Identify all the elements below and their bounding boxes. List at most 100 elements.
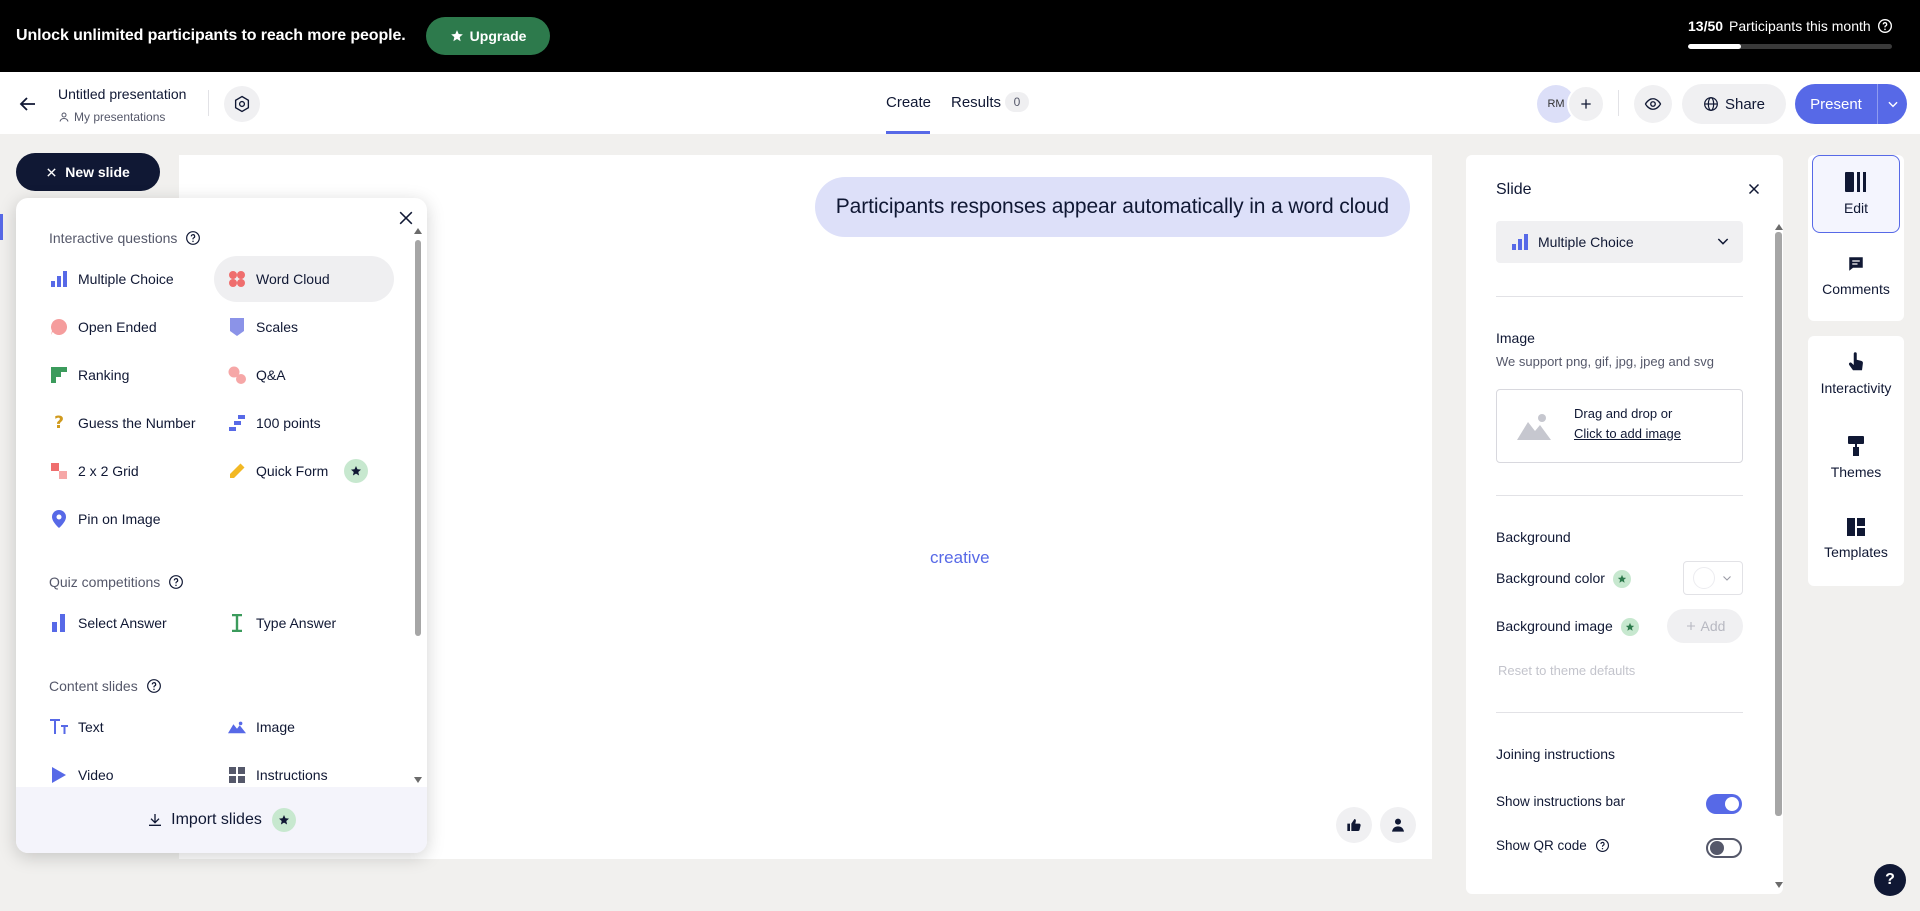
preview-button[interactable]: [1634, 85, 1672, 123]
tab-results[interactable]: Results: [951, 94, 1001, 111]
menu-item-text[interactable]: Text: [36, 704, 218, 750]
help-button[interactable]: ?: [1874, 864, 1906, 896]
chevron-down-icon: [1887, 101, 1898, 108]
tab-create[interactable]: Create: [886, 94, 931, 111]
participants-progress-fill: [1688, 44, 1742, 49]
slide-heading[interactable]: Participants responses appear automatica…: [814, 177, 1410, 237]
menu-item-guess-the-number[interactable]: ? Guess the Number: [36, 400, 218, 446]
rail-templates-button[interactable]: Templates: [1812, 518, 1900, 560]
panel-title: Slide: [1496, 181, 1532, 198]
present-options-button[interactable]: [1878, 97, 1907, 111]
menu-item-label: 2 x 2 Grid: [78, 463, 139, 479]
menu-scrollbar[interactable]: [413, 228, 423, 788]
menu-item-2x2-grid[interactable]: 2 x 2 Grid: [36, 448, 218, 494]
divider: [208, 90, 209, 116]
arrow-left-icon: [19, 97, 35, 111]
participants-meter: 13/50 Participants this month: [1688, 18, 1894, 49]
joining-section-title: Joining instructions: [1496, 746, 1616, 762]
download-icon: [149, 814, 162, 826]
menu-item-label: Guess the Number: [78, 415, 196, 431]
upgrade-button[interactable]: Upgrade: [425, 17, 551, 55]
panel-scrollbar[interactable]: [1775, 222, 1783, 890]
help-circle-icon[interactable]: [185, 230, 201, 246]
rail-edit-button[interactable]: Edit: [1812, 155, 1900, 233]
close-icon: [1748, 183, 1760, 195]
pin-icon: [50, 510, 68, 528]
menu-item-word-cloud[interactable]: Word Cloud: [214, 256, 394, 302]
presentation-settings-button[interactable]: [224, 86, 260, 122]
reactions-button[interactable]: [1336, 807, 1372, 843]
pointer-hand-icon: [1848, 352, 1863, 371]
help-circle-icon[interactable]: [1595, 838, 1610, 853]
background-color-row: Background color: [1496, 570, 1631, 589]
background-color-picker[interactable]: [1683, 561, 1743, 595]
bar-chart-icon: [1512, 234, 1528, 250]
menu-item-image[interactable]: Image: [214, 704, 394, 750]
present-button-group: Present: [1795, 84, 1907, 124]
bar-chart-icon: [50, 270, 68, 288]
new-slide-button[interactable]: New slide: [16, 153, 160, 191]
scroll-up-icon[interactable]: [414, 228, 422, 234]
help-circle-icon[interactable]: [146, 678, 162, 694]
plus-icon: [1581, 99, 1591, 109]
menu-item-type-answer[interactable]: Type Answer: [214, 600, 394, 646]
premium-star-icon: [1612, 570, 1631, 589]
scroll-down-icon[interactable]: [414, 777, 422, 783]
instructions-bar-toggle[interactable]: [1706, 794, 1742, 814]
qr-code-label: Show QR code: [1496, 838, 1587, 853]
qa-icon: [228, 366, 246, 384]
close-icon: [47, 167, 56, 177]
close-menu-button[interactable]: [396, 208, 416, 228]
menu-item-quick-form[interactable]: Quick Form: [214, 448, 394, 494]
user-icon: [59, 112, 69, 122]
image-dropzone[interactable]: Drag and drop or Click to add image: [1496, 389, 1743, 463]
menu-item-label: Quick Form: [256, 463, 329, 479]
add-collaborator-button[interactable]: [1567, 85, 1605, 123]
back-button[interactable]: [16, 92, 40, 116]
menu-item-open-ended[interactable]: Open Ended: [36, 304, 218, 350]
panel-scroll-thumb[interactable]: [1775, 232, 1782, 816]
rail-interactivity-button[interactable]: Interactivity: [1812, 352, 1900, 396]
present-button[interactable]: Present: [1795, 96, 1877, 113]
menu-item-100-points[interactable]: 100 points: [214, 400, 394, 446]
rail-comments-button[interactable]: Comments: [1812, 255, 1900, 297]
scroll-down-icon[interactable]: [1775, 882, 1783, 888]
upgrade-banner: Unlock unlimited participants to reach m…: [0, 0, 1920, 72]
menu-item-label: Word Cloud: [256, 271, 330, 287]
menu-item-multiple-choice[interactable]: Multiple Choice: [36, 256, 218, 302]
help-circle-icon[interactable]: [1877, 18, 1893, 34]
menu-item-scales[interactable]: Scales: [214, 304, 394, 350]
add-background-image-button[interactable]: Add: [1667, 609, 1743, 643]
instructions-bar-label: Show instructions bar: [1496, 794, 1626, 809]
add-image-link[interactable]: Click to add image: [1574, 426, 1681, 441]
rail-templates-label: Templates: [1824, 544, 1888, 560]
menu-item-ranking[interactable]: Ranking: [36, 352, 218, 398]
menu-item-select-answer[interactable]: Select Answer: [36, 600, 218, 646]
rail-themes-button[interactable]: Themes: [1812, 436, 1900, 480]
share-button[interactable]: Share: [1682, 84, 1786, 124]
import-slides-button[interactable]: Import slides: [16, 787, 427, 853]
close-panel-button[interactable]: [1745, 179, 1765, 199]
chevron-down-icon: [1717, 238, 1729, 245]
folder-link[interactable]: My presentations: [58, 110, 165, 124]
help-circle-icon[interactable]: [168, 574, 184, 590]
rail-edit-label: Edit: [1843, 200, 1869, 216]
menu-item-label: Pin on Image: [78, 511, 161, 527]
menu-item-qa[interactable]: Q&A: [214, 352, 394, 398]
menu-item-pin-on-image[interactable]: Pin on Image: [36, 496, 218, 542]
slide-type-select[interactable]: Multiple Choice: [1496, 221, 1743, 263]
menu-item-label: Video: [78, 767, 114, 783]
presentation-title[interactable]: Untitled presentation: [58, 86, 186, 102]
scroll-up-icon[interactable]: [1775, 224, 1783, 230]
reset-theme-link[interactable]: Reset to theme defaults: [1498, 663, 1635, 678]
menu-item-label: Image: [256, 719, 295, 735]
image-icon: [228, 718, 246, 736]
play-icon: [50, 766, 68, 784]
rail-comments-label: Comments: [1822, 281, 1890, 297]
menu-scroll-thumb[interactable]: [415, 240, 421, 636]
upgrade-label: Upgrade: [469, 28, 527, 44]
participant-view-button[interactable]: [1380, 807, 1416, 843]
qr-code-toggle[interactable]: [1706, 838, 1742, 858]
menu-item-label: Multiple Choice: [78, 271, 174, 287]
person-icon: [1392, 818, 1404, 832]
